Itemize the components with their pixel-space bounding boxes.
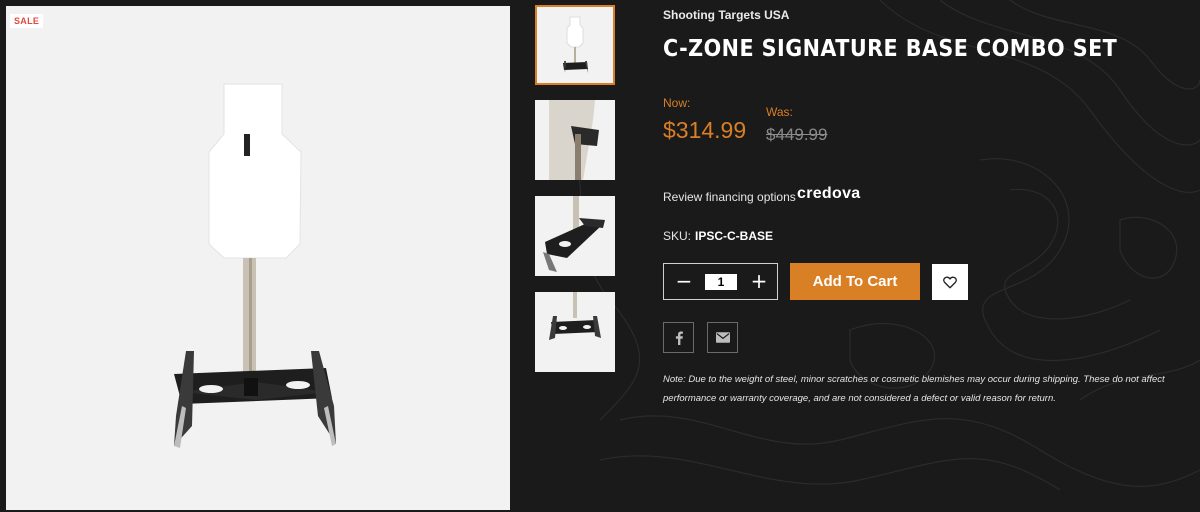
thumbnail-base-image <box>549 292 601 340</box>
share-email-button[interactable] <box>707 322 738 353</box>
facebook-icon <box>675 331 683 345</box>
quantity-increase-button[interactable]: + <box>741 264 777 299</box>
thumbnail-2[interactable] <box>535 100 615 180</box>
product-title: C-Zone Signature Base Combo Set <box>663 36 1118 62</box>
quantity-input[interactable] <box>705 274 737 290</box>
steel-target-image <box>174 83 336 448</box>
sku-value: IPSC-C-BASE <box>695 229 774 243</box>
sale-badge: SALE <box>10 14 44 28</box>
quantity-stepper: − + <box>663 263 778 300</box>
credova-logo[interactable]: credova <box>797 185 860 203</box>
heart-icon <box>943 276 957 288</box>
shipping-note: Note: Due to the weight of steel, minor … <box>663 374 1165 404</box>
thumbnail-4[interactable] <box>535 292 615 372</box>
wishlist-button[interactable] <box>932 264 968 300</box>
brand-name[interactable]: Shooting Targets USA <box>663 8 789 22</box>
now-price-label: Now: <box>663 96 691 110</box>
thumbnail-3[interactable] <box>535 196 615 276</box>
financing-link[interactable]: Review financing options <box>663 190 796 204</box>
thumbnail-target-image <box>563 16 588 73</box>
was-price: $449.99 <box>766 125 828 144</box>
email-icon <box>715 332 730 343</box>
sku-label: SKU: <box>663 229 692 243</box>
quantity-decrease-button[interactable]: − <box>666 264 702 299</box>
was-price-label: Was: <box>766 105 793 119</box>
share-facebook-button[interactable] <box>663 322 694 353</box>
sku-row: SKU: IPSC-C-BASE <box>663 229 773 243</box>
add-to-cart-button[interactable]: Add To Cart <box>790 263 920 300</box>
thumbnail-1[interactable] <box>535 5 615 85</box>
thumbnail-hanger-image <box>549 100 599 180</box>
thumbnail-base-angle-image <box>543 196 605 272</box>
now-price: $314.99 <box>663 117 747 143</box>
main-product-image[interactable]: SALE <box>6 6 510 510</box>
